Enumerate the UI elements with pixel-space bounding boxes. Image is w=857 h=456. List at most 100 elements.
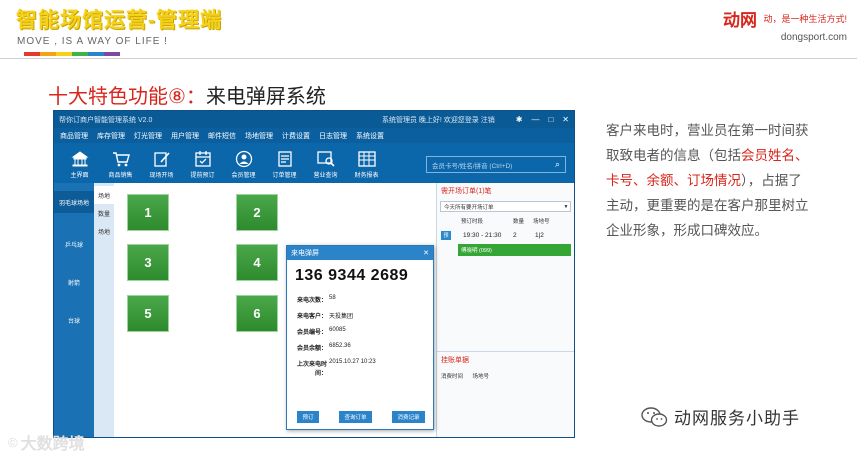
menu-item[interactable]: 商品管理	[60, 131, 88, 141]
court-tile[interactable]: 5	[127, 295, 169, 332]
popup-title: 来电弹屏	[291, 250, 319, 257]
menu-item[interactable]: 库存管理	[97, 131, 125, 141]
minimize-icon[interactable]: —	[531, 115, 539, 124]
order-member[interactable]: 傅晓明 (099)	[458, 244, 571, 256]
brand-logo: 动网 动，是一种生活方式! dongsport.com	[723, 6, 847, 43]
court-tile[interactable]: 1	[127, 194, 169, 231]
col-header: 数量	[513, 219, 525, 225]
court-tile[interactable]: 2	[236, 194, 278, 231]
order-panel: 需开场订单(1)笔 今天所有要开场订单 ▼ 预订时段 数量 场地号 预 19:3…	[436, 183, 574, 437]
menu-item[interactable]: 邮件短信	[208, 131, 236, 141]
call-count-row: 来电次数： 58	[287, 295, 433, 304]
order-filter-select[interactable]: 今天所有要开场订单 ▼	[440, 201, 571, 212]
menu-item[interactable]: 计费设置	[282, 131, 310, 141]
popup-title-bar: 来电弹屏 ✕	[287, 246, 433, 260]
menu-item[interactable]: 场地管理	[245, 131, 273, 141]
order-filter-value: 今天所有要开场订单	[444, 204, 494, 211]
sub-nav-item[interactable]: 场地	[94, 186, 114, 204]
col-header: 场地号	[533, 219, 550, 225]
tool-query[interactable]: 营业查询	[305, 150, 346, 179]
sub-nav: 场地 数量 场地	[94, 183, 114, 437]
tool-label: 主界面	[70, 173, 89, 179]
search-icon[interactable]: ⌕	[550, 159, 565, 170]
col-header: 消费时间	[441, 374, 464, 380]
logo-brand: 动网	[723, 11, 758, 30]
calendar-icon	[194, 150, 212, 168]
logo-url: dongsport.com	[780, 32, 847, 43]
member-id-row: 会员编号： 60085	[287, 327, 433, 336]
color-bar-segment	[88, 52, 104, 56]
feature-description: 客户来电时，营业员在第一时间获取致电者的信息（包括会员姓名、卡号、余额、订场情况…	[606, 118, 814, 243]
member-search-input[interactable]: 会员卡号/姓名/拼音 (Ctrl+D) ⌕	[426, 156, 566, 173]
tool-label: 财务报表	[354, 173, 379, 179]
maximize-icon[interactable]: □	[548, 115, 553, 124]
tool-orders[interactable]: 订单管理	[264, 150, 305, 179]
close-icon[interactable]: ✕	[562, 115, 569, 124]
slide-title: 智能场馆运营-管理端	[16, 9, 222, 32]
menu-item[interactable]: 灯光管理	[134, 131, 162, 141]
caller-popup: 来电弹屏 ✕ 136 9344 2689 来电次数： 58 来电客户： 天投集团…	[286, 245, 434, 430]
slide-subtitle: MOVE , IS A WAY OF LIFE !	[17, 36, 168, 47]
wechat-watermark: 动网服务小助手	[640, 404, 800, 429]
venue-nav-item[interactable]: 羽毛球场地	[54, 191, 94, 213]
color-bar	[24, 52, 120, 56]
menu-item[interactable]: 系统设置	[356, 131, 384, 141]
color-bar-segment	[40, 52, 56, 56]
reserve-badge: 预	[441, 230, 451, 240]
order-table-header: 预订时段 数量 场地号	[437, 214, 574, 228]
col-header: 预订时段	[461, 219, 484, 225]
color-bar-segment	[72, 52, 88, 56]
field-label: 上次来电时间：	[296, 362, 327, 377]
menu-item[interactable]: 日志管理	[319, 131, 347, 141]
close-icon[interactable]: ✕	[423, 249, 429, 257]
sub-nav-item[interactable]: 场地	[94, 222, 114, 240]
tool-label: 商品销售	[108, 173, 133, 179]
pending-orders-title: 需开场订单(1)笔	[441, 188, 492, 195]
user-icon	[235, 150, 253, 168]
court-tile[interactable]: 3	[127, 244, 169, 281]
credit-table-header: 消费时间 场地号	[437, 368, 574, 384]
user-info: 系统管理员 晚上好! 欢迎您登录 注销	[381, 116, 495, 124]
query-orders-button[interactable]: 查询订单	[339, 411, 372, 423]
source-watermark: © 大数跨境	[8, 430, 85, 454]
tool-members[interactable]: 会员管理	[223, 150, 264, 179]
field-value: 60085	[329, 327, 346, 333]
consumption-record-button[interactable]: 消费记录	[392, 411, 425, 423]
color-bar-segment	[56, 52, 72, 56]
tool-report[interactable]: 财务报表	[346, 150, 387, 179]
search-placeholder: 会员卡号/姓名/拼音 (Ctrl+D)	[432, 162, 513, 170]
member-balance-row: 会员余额： 6852.36	[287, 343, 433, 352]
tool-home[interactable]: 主界面	[59, 150, 100, 179]
menu-item[interactable]: 用户管理	[171, 131, 199, 141]
order-icon	[276, 150, 294, 168]
field-label: 来电客户：	[296, 314, 327, 320]
tool-open-court[interactable]: 现场开场	[141, 150, 182, 179]
tool-reserve[interactable]: 提前预订	[182, 150, 223, 179]
sub-nav-item[interactable]: 数量	[94, 204, 114, 222]
title-bar: 帮你订商户智能管理系统 V2.0 系统管理员 晚上好! 欢迎您登录 注销 ✱ —…	[54, 111, 574, 128]
settings-icon[interactable]: ✱	[516, 115, 523, 124]
order-row[interactable]: 预 19:30 - 21:30 2 1|2	[437, 228, 574, 242]
court-tile[interactable]: 4	[236, 244, 278, 281]
tool-label: 提前预订	[190, 173, 215, 179]
court-tile[interactable]: 6	[236, 295, 278, 332]
reserve-button[interactable]: 预订	[297, 411, 319, 423]
venue-nav-item[interactable]: 乒乓球	[54, 233, 94, 255]
feature-title: 十大特色功能⑧：来电弹屏系统	[48, 80, 326, 109]
menu-bar: 商品管理 库存管理 灯光管理 用户管理 邮件短信 场地管理 计费设置 日志管理 …	[54, 128, 574, 143]
venue-nav-item[interactable]: 台球	[54, 309, 94, 331]
venue-nav-item[interactable]: 射箭	[54, 271, 94, 293]
home-icon	[70, 150, 89, 168]
color-bar-segment	[104, 52, 120, 56]
field-value: 6852.36	[329, 343, 351, 349]
window-title: 帮你订商户智能管理系统 V2.0	[59, 116, 153, 124]
wechat-account-name: 动网服务小助手	[674, 409, 800, 428]
tool-sales[interactable]: 商品销售	[100, 150, 141, 179]
order-court: 1|2	[535, 231, 544, 239]
color-bar-segment	[24, 52, 40, 56]
col-header: 场地号	[472, 374, 490, 380]
order-qty: 2	[513, 231, 517, 239]
field-label: 会员编号：	[296, 330, 327, 336]
logo-slogan: 动，是一种生活方式!	[763, 14, 847, 24]
toolbar: 主界面 商品销售 现场开场 提前预订 会员管理 订单管理 营业查询 财务报表 会…	[54, 143, 574, 183]
